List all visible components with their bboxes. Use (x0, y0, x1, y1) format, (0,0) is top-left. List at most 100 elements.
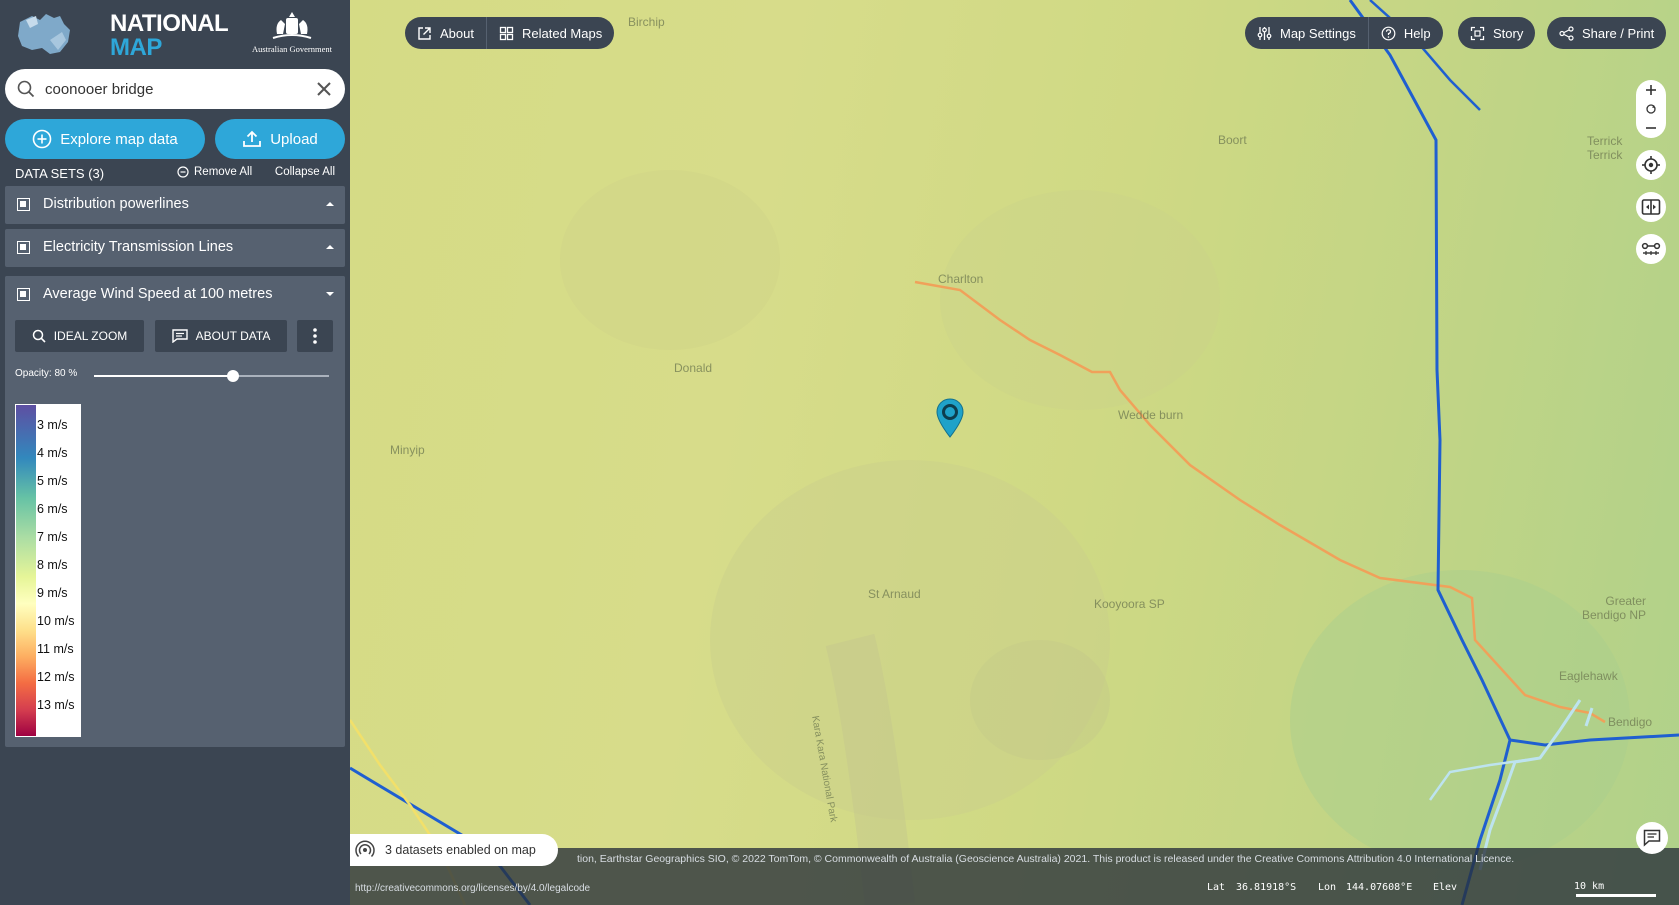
national-map-logo[interactable]: NATIONAL MAP (110, 10, 229, 61)
reset-view-icon[interactable] (1641, 101, 1661, 117)
opacity-slider[interactable] (94, 370, 329, 382)
about-data-button[interactable]: ABOUT DATA (155, 320, 287, 352)
my-location-button[interactable] (1636, 150, 1666, 180)
map-settings-label: Map Settings (1280, 25, 1356, 41)
datasets-title: DATA SETS (3) (15, 166, 105, 181)
attribution-text: tion, Earthstar Geographics SIO, © 2022 … (577, 853, 1515, 865)
share-print-button[interactable]: Share / Print (1547, 17, 1666, 49)
share-toolbar: Share / Print (1547, 17, 1667, 49)
legend-tick-label: 10 m/s (37, 614, 75, 628)
legend-tick-label: 8 m/s (37, 558, 68, 572)
zoom-search-icon (32, 329, 46, 343)
explore-map-data-button[interactable]: Explore map data (5, 119, 205, 159)
explore-label: Explore map data (60, 130, 178, 148)
opacity-label: Opacity: 80 % (15, 368, 78, 379)
logo-line-1: NATIONAL (110, 10, 229, 37)
story-toolbar: Story (1458, 17, 1536, 49)
zoom-control (1636, 80, 1666, 138)
remove-all-button[interactable]: Remove All (177, 166, 252, 178)
dataset-item-wind-speed: Average Wind Speed at 100 metres IDEAL Z… (5, 276, 345, 747)
minus-circle-icon (177, 166, 189, 178)
feedback-button[interactable] (1636, 822, 1668, 854)
upload-button[interactable]: Upload (215, 119, 345, 159)
place-label-terrick: Terrick Terrick (1587, 134, 1623, 162)
dataset-visibility-checkbox[interactable] (17, 241, 30, 254)
dataset-visibility-checkbox[interactable] (17, 288, 30, 301)
dataset-header-wind-speed[interactable]: Average Wind Speed at 100 metres (5, 276, 345, 314)
measure-icon (1641, 242, 1661, 255)
legend-tick-label: 4 m/s (37, 446, 68, 460)
related-maps-button[interactable]: Related Maps (485, 17, 614, 49)
sliders-icon (1257, 26, 1272, 40)
legend-tick-label: 13 m/s (37, 698, 75, 712)
external-link-icon (418, 26, 431, 40)
place-label-wedderburn: Wedde burn (1118, 408, 1184, 422)
layers-signal-icon (355, 840, 375, 858)
dataset-item-distribution[interactable]: Distribution powerlines (5, 186, 345, 224)
measure-tool-button[interactable] (1636, 234, 1666, 264)
caret-up-icon[interactable] (325, 243, 335, 251)
zoom-in-icon[interactable] (1641, 82, 1661, 98)
search-input[interactable] (45, 77, 305, 101)
datasets-header: DATA SETS (3) Remove All Collapse All (15, 166, 340, 182)
legend-tick-label: 11 m/s (37, 642, 74, 656)
legend-tick-label: 3 m/s (37, 418, 68, 432)
caret-down-icon[interactable] (325, 290, 335, 298)
dataset-title: Average Wind Speed at 100 metres (43, 286, 273, 302)
logo-line-2: MAP (110, 34, 162, 61)
upload-icon (243, 130, 262, 147)
help-button[interactable]: Help (1367, 17, 1443, 49)
map-settings-button[interactable]: Map Settings (1245, 17, 1368, 49)
license-link[interactable]: http://creativecommons.org/licenses/by/4… (355, 883, 590, 894)
legend-tick-label: 12 m/s (37, 670, 75, 684)
elev-label: Elev (1433, 882, 1458, 893)
place-label-donald: Donald (674, 361, 713, 375)
caret-up-icon[interactable] (325, 200, 335, 208)
opacity-slider-handle[interactable] (227, 370, 240, 382)
datasets-enabled-badge[interactable]: 3 datasets enabled on map (350, 834, 558, 866)
split-screen-button[interactable] (1636, 192, 1666, 222)
related-maps-label: Related Maps (521, 25, 603, 41)
location-search[interactable] (5, 69, 345, 109)
coat-of-arms-icon (272, 12, 312, 39)
location-pin-icon[interactable] (936, 398, 964, 438)
ideal-zoom-button[interactable]: IDEAL ZOOM (15, 320, 144, 352)
legend-tick-label: 5 m/s (37, 474, 68, 488)
legend-labels: 3 m/s 4 m/s 5 m/s 6 m/s 7 m/s 8 m/s 9 m/s 10 m/… (37, 404, 81, 737)
more-options-button[interactable] (297, 320, 333, 352)
split-compare-icon (1641, 199, 1661, 215)
lon-value: 144.07608°E (1346, 882, 1413, 893)
about-button[interactable]: About (405, 17, 486, 49)
legend-tick-label: 6 m/s (37, 502, 68, 516)
share-print-label: Share / Print (1582, 25, 1655, 41)
plus-circle-icon (32, 129, 52, 149)
dataset-title: Electricity Transmission Lines (43, 239, 234, 255)
dataset-title: Distribution powerlines (43, 196, 189, 212)
clear-search-icon[interactable] (313, 78, 335, 100)
brand-header: NATIONAL MAP Australian Government (0, 0, 350, 68)
zoom-out-icon[interactable] (1641, 120, 1661, 136)
lat-label: Lat (1207, 882, 1226, 893)
scale-label: 10 km (1574, 881, 1605, 892)
dataset-visibility-checkbox[interactable] (17, 198, 30, 211)
place-label-st-arnaud: St Arnaud (868, 587, 921, 601)
story-button[interactable]: Story (1458, 17, 1535, 49)
australia-logo-icon[interactable] (14, 10, 72, 58)
about-data-label: ABOUT DATA (195, 329, 271, 343)
lat-value: 36.81918°S (1236, 882, 1297, 893)
collapse-all-button[interactable]: Collapse All (275, 166, 335, 178)
place-label-boort: Boort (1218, 133, 1247, 147)
dataset-item-transmission[interactable]: Electricity Transmission Lines (5, 229, 345, 267)
workbench-panel: NATIONAL MAP Australian Government coono… (0, 0, 350, 905)
gov-label: Australian Government (251, 44, 333, 54)
crosshair-icon (1642, 156, 1660, 174)
legend-tick-label: 7 m/s (37, 530, 68, 544)
search-icon (17, 80, 35, 98)
place-label-charlton: Charlton (938, 272, 984, 286)
wind-speed-legend: 3 m/s 4 m/s 5 m/s 6 m/s 7 m/s 8 m/s 9 m/s 10 m/… (15, 404, 81, 737)
top-right-toolbar: Map Settings Help (1245, 17, 1443, 49)
top-left-toolbar: About Related Maps (405, 17, 615, 49)
map-canvas[interactable]: Birchip Boort Terrick Terrick Charlton D… (350, 0, 1679, 905)
vertical-dots-icon (313, 328, 317, 344)
upload-label: Upload (270, 130, 318, 148)
